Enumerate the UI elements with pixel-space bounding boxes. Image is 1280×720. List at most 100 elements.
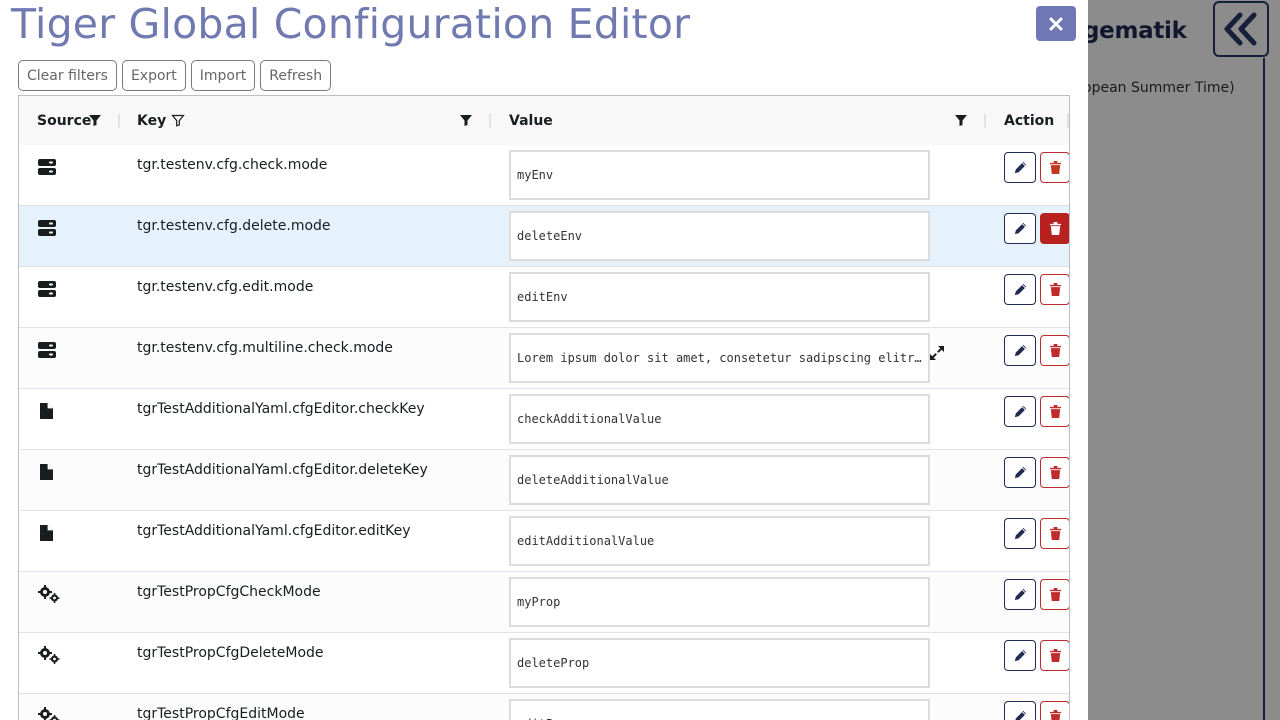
delete-button[interactable] [1040, 701, 1069, 720]
table-row[interactable]: tgr.testenv.cfg.multiline.check.mode Lore… [19, 328, 1069, 389]
config-value-field[interactable]: editProp [509, 699, 930, 720]
trash-icon [1049, 344, 1061, 357]
config-key: tgrTestAdditionalYaml.cfgEditor.editKey [137, 523, 411, 539]
trash-icon [1049, 283, 1061, 296]
column-header-source[interactable]: Source [37, 96, 91, 145]
edit-button[interactable] [1004, 335, 1036, 366]
config-value-field[interactable]: deleteEnv [509, 211, 930, 261]
pencil-icon [1014, 222, 1026, 235]
edit-button[interactable] [1004, 396, 1036, 427]
trash-icon [1049, 161, 1061, 174]
import-button[interactable]: Import [190, 60, 256, 91]
trash-icon [1049, 588, 1061, 601]
config-value-field[interactable]: myProp [509, 577, 930, 627]
server-icon [37, 158, 57, 176]
grid-header: Source Key Value Action [19, 96, 1069, 146]
config-value-field[interactable]: myEnv [509, 150, 930, 200]
edit-button[interactable] [1004, 640, 1036, 671]
pencil-icon [1014, 527, 1026, 540]
edit-button[interactable] [1004, 579, 1036, 610]
edit-button[interactable] [1004, 152, 1036, 183]
config-key: tgrTestPropCfgEditMode [137, 706, 305, 720]
key-filter-icon[interactable] [459, 113, 473, 127]
table-row[interactable]: tgrTestAdditionalYaml.cfgEditor.checkKey… [19, 389, 1069, 450]
table-row[interactable]: tgrTestPropCfgCheckMode myProp [19, 572, 1069, 633]
config-value-field[interactable]: deleteAdditionalValue [509, 455, 930, 505]
edit-button[interactable] [1004, 213, 1036, 244]
server-icon [37, 219, 57, 237]
trash-icon [1049, 710, 1061, 720]
server-icon [37, 280, 57, 298]
source-filter-icon[interactable] [88, 113, 102, 127]
config-key: tgr.testenv.cfg.check.mode [137, 157, 328, 173]
delete-button[interactable] [1040, 274, 1069, 305]
delete-button[interactable] [1040, 213, 1069, 244]
gears-icon [37, 707, 60, 720]
config-key: tgr.testenv.cfg.multiline.check.mode [137, 340, 393, 356]
config-value-field[interactable]: checkAdditionalValue [509, 394, 930, 444]
edit-button[interactable] [1004, 518, 1036, 549]
trash-icon [1049, 466, 1061, 479]
column-header-action-label: Action [1004, 112, 1055, 129]
config-value: deleteAdditionalValue [517, 473, 669, 487]
column-separator[interactable] [984, 114, 986, 128]
column-separator[interactable] [118, 114, 120, 128]
config-key: tgr.testenv.cfg.edit.mode [137, 279, 314, 295]
edit-button[interactable] [1004, 701, 1036, 720]
delete-button[interactable] [1040, 152, 1069, 183]
config-value: editEnv [517, 290, 568, 304]
column-header-key[interactable]: Key [137, 96, 166, 145]
table-row[interactable]: tgr.testenv.cfg.check.mode myEnv [19, 145, 1069, 206]
column-header-value-label: Value [509, 112, 553, 129]
close-icon [1049, 17, 1063, 30]
config-key: tgrTestAdditionalYaml.cfgEditor.checkKey [137, 401, 425, 417]
modal-title: Tiger Global Configuration Editor [11, 0, 691, 48]
clear-filters-button[interactable]: Clear filters [18, 60, 117, 91]
edit-button[interactable] [1004, 274, 1036, 305]
config-value-field[interactable]: editEnv [509, 272, 930, 322]
config-value: editAdditionalValue [517, 534, 655, 548]
trash-icon [1049, 222, 1061, 235]
delete-button[interactable] [1040, 335, 1069, 366]
column-header-source-label: Source [37, 112, 92, 129]
toolbar: Clear filters Export Import Refresh [18, 60, 332, 91]
config-value: deleteProp [517, 656, 590, 670]
pencil-icon [1014, 649, 1026, 662]
delete-button[interactable] [1040, 518, 1069, 549]
config-value-field[interactable]: editAdditionalValue [509, 516, 930, 566]
delete-button[interactable] [1040, 640, 1069, 671]
pencil-icon [1014, 161, 1026, 174]
table-row[interactable]: tgrTestAdditionalYaml.cfgEditor.deleteKe… [19, 450, 1069, 511]
column-header-value[interactable]: Value [509, 96, 553, 145]
file-icon [37, 524, 57, 542]
expand-icon[interactable] [929, 345, 945, 361]
config-grid: Source Key Value Action tgr.testenv.cfg.… [18, 95, 1070, 720]
gears-icon [37, 646, 60, 664]
config-value-field[interactable]: deleteProp [509, 638, 930, 688]
pencil-icon [1014, 710, 1026, 720]
delete-button[interactable] [1040, 579, 1069, 610]
export-button[interactable]: Export [121, 60, 186, 91]
pencil-icon [1014, 466, 1026, 479]
edit-button[interactable] [1004, 457, 1036, 488]
delete-button[interactable] [1040, 457, 1069, 488]
refresh-button[interactable]: Refresh [260, 60, 332, 91]
pencil-icon [1014, 588, 1026, 601]
table-row[interactable]: tgr.testenv.cfg.edit.mode editEnv [19, 267, 1069, 328]
gears-icon [37, 585, 60, 603]
column-separator[interactable] [1067, 114, 1069, 128]
server-icon [37, 341, 57, 359]
config-value-field[interactable]: Lorem ipsum dolor sit amet, consetetur s… [509, 333, 930, 383]
file-icon [37, 463, 57, 481]
table-row[interactable]: tgr.testenv.cfg.delete.mode deleteEnv [19, 206, 1069, 267]
table-row[interactable]: tgrTestAdditionalYaml.cfgEditor.editKey e… [19, 511, 1069, 572]
config-value: checkAdditionalValue [517, 412, 662, 426]
pencil-icon [1014, 283, 1026, 296]
table-row[interactable]: tgrTestPropCfgDeleteMode deleteProp [19, 633, 1069, 694]
close-button[interactable] [1036, 6, 1076, 41]
key-sort-filter-icon[interactable] [171, 113, 185, 127]
column-separator[interactable] [489, 114, 491, 128]
table-row[interactable]: tgrTestPropCfgEditMode editProp [19, 694, 1069, 720]
value-filter-icon[interactable] [954, 113, 968, 127]
delete-button[interactable] [1040, 396, 1069, 427]
